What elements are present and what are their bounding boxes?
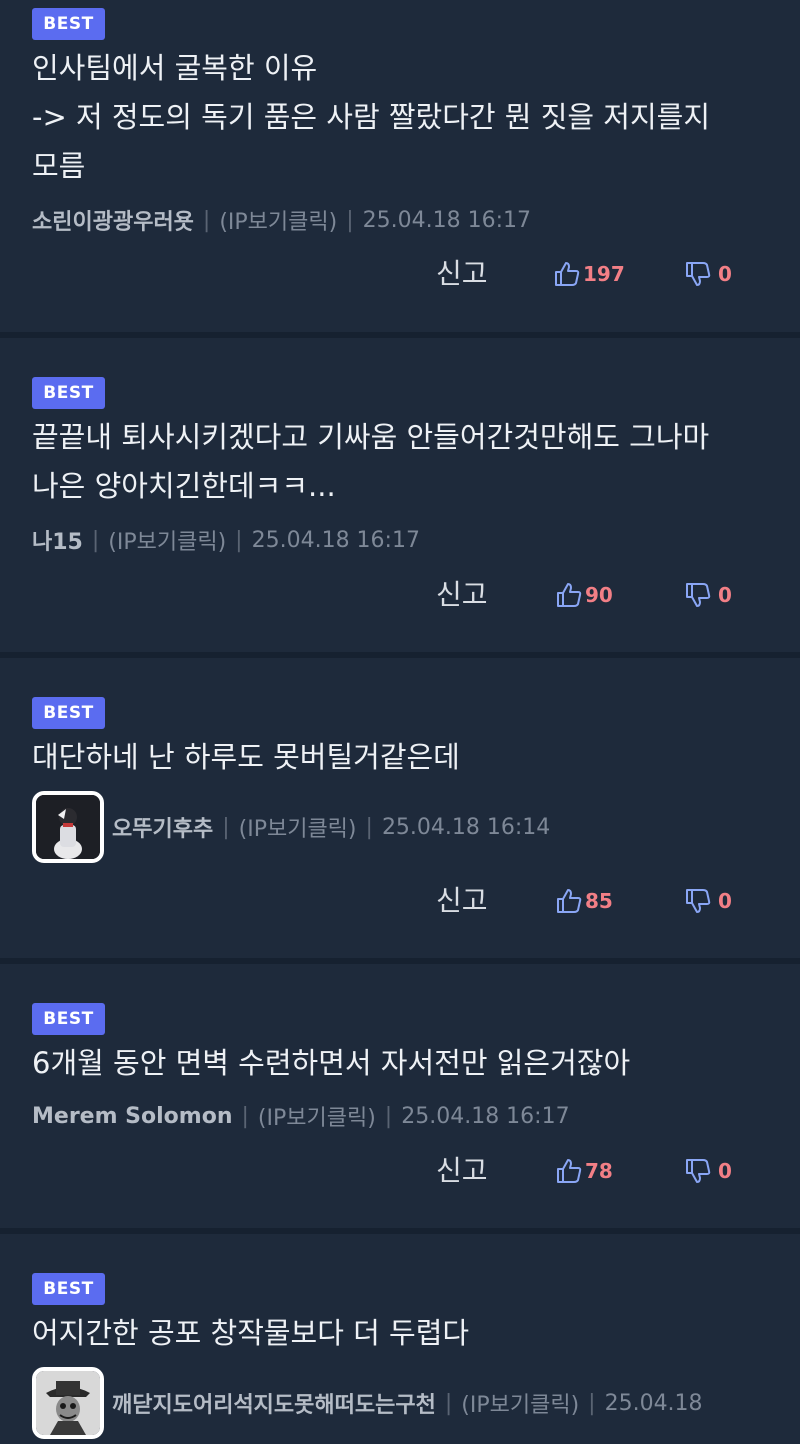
- dislike-count: 0: [718, 262, 732, 286]
- comment-item: BEST 어지간한 공포 창작물보다 더 두렵다 깨닫지도어리석지도못해떠도는구…: [0, 1234, 800, 1444]
- comment-item: BEST 6개월 동안 면벽 수련하면서 자서전만 읽은거잖아 Merem So…: [0, 964, 800, 1228]
- comment-actions: 신고 90 0: [0, 573, 800, 617]
- comment-actions: 신고 85 0: [0, 879, 800, 923]
- comment-actions: 신고 197 0: [0, 252, 800, 296]
- thumbs-down-icon: [684, 260, 712, 288]
- comment-date: 25.04.18: [604, 1390, 703, 1416]
- comment-text: 대단하네 난 하루도 못버틸거같은데: [32, 740, 460, 774]
- meta-separator: |: [365, 814, 373, 840]
- thumbs-up-icon: [553, 260, 581, 288]
- meta-separator: |: [241, 1103, 249, 1129]
- comment-meta: 깨닫지도어리석지도못해떠도는구천 | (IP보기클릭) | 25.04.18: [32, 1366, 703, 1440]
- meta-separator: |: [346, 207, 354, 233]
- thumbs-up-icon: [555, 887, 583, 915]
- best-badge: BEST: [32, 1273, 105, 1305]
- comment-meta: 오뚜기후추 | (IP보기클릭) | 25.04.18 16:14: [32, 790, 550, 864]
- comment-date: 25.04.18 16:17: [251, 527, 420, 553]
- ip-link[interactable]: (IP보기클릭): [219, 204, 337, 236]
- dislike-count: 0: [718, 583, 732, 607]
- like-button[interactable]: 90: [555, 573, 613, 617]
- dislike-button[interactable]: 0: [684, 1149, 732, 1193]
- nickname[interactable]: 나15: [32, 524, 83, 556]
- meta-separator: |: [444, 1390, 453, 1416]
- report-button[interactable]: 신고: [436, 879, 488, 923]
- thumbs-down-icon: [684, 581, 712, 609]
- like-count: 197: [583, 262, 625, 286]
- ip-link[interactable]: (IP보기클릭): [239, 811, 357, 843]
- nickname[interactable]: 오뚜기후추: [112, 811, 213, 843]
- report-button[interactable]: 신고: [436, 1149, 488, 1193]
- meta-separator: |: [91, 527, 100, 553]
- dislike-count: 0: [718, 889, 732, 913]
- comment-actions: 신고 78 0: [0, 1149, 800, 1193]
- comment-date: 25.04.18 16:14: [381, 814, 551, 840]
- comment-date: 25.04.18 16:17: [401, 1103, 570, 1129]
- like-count: 78: [585, 1159, 613, 1183]
- comment-list: BEST 인사팀에서 굴복한 이유 -> 저 정도의 독기 품은 사람 짤랐다간…: [0, 0, 800, 1444]
- dislike-button[interactable]: 0: [684, 573, 732, 617]
- meta-separator: |: [588, 1390, 596, 1416]
- thumbs-down-icon: [684, 1157, 712, 1185]
- ip-link[interactable]: (IP보기클릭): [258, 1100, 376, 1132]
- dislike-button[interactable]: 0: [684, 252, 732, 296]
- nickname[interactable]: 깨닫지도어리석지도못해떠도는구천: [112, 1387, 436, 1419]
- best-badge: BEST: [32, 1003, 105, 1035]
- dislike-button[interactable]: 0: [684, 879, 732, 923]
- ip-link[interactable]: (IP보기클릭): [108, 524, 226, 556]
- meta-separator: |: [235, 527, 243, 553]
- dislike-count: 0: [718, 1159, 732, 1183]
- nickname[interactable]: 소린이광광우러욧: [32, 204, 194, 236]
- thumbs-up-icon: [555, 1157, 583, 1185]
- comment-item: BEST 끝끝내 퇴사시키겠다고 기싸움 안들어간것만해도 그나마 나은 양아치…: [0, 338, 800, 652]
- nickname[interactable]: Merem Solomon: [32, 1104, 232, 1129]
- comment-meta: Merem Solomon | (IP보기클릭) | 25.04.18 16:1…: [32, 1096, 570, 1136]
- comment-date: 25.04.18 16:17: [362, 207, 532, 233]
- comment-text: 인사팀에서 굴복한 이유 -> 저 정도의 독기 품은 사람 짤랐다간 뭔 짓을…: [32, 51, 711, 183]
- report-button[interactable]: 신고: [436, 252, 488, 296]
- like-count: 90: [585, 583, 613, 607]
- like-button[interactable]: 85: [555, 879, 613, 923]
- comment-text: 어지간한 공포 창작물보다 더 두렵다: [32, 1316, 470, 1350]
- report-button[interactable]: 신고: [436, 573, 488, 617]
- comment-item: BEST 인사팀에서 굴복한 이유 -> 저 정도의 독기 품은 사람 짤랐다간…: [0, 0, 800, 332]
- best-badge: BEST: [32, 697, 105, 729]
- like-button[interactable]: 197: [553, 252, 625, 296]
- best-badge: BEST: [32, 8, 105, 40]
- comment-text: 끝끝내 퇴사시키겠다고 기싸움 안들어간것만해도 그나마 나은 양아치긴한데ㅋㅋ…: [32, 420, 710, 503]
- comment-meta: 소린이광광우러욧 | (IP보기클릭) | 25.04.18 16:17: [32, 200, 531, 240]
- comment-meta: 나15 | (IP보기클릭) | 25.04.18 16:17: [32, 520, 420, 560]
- best-badge: BEST: [32, 377, 105, 409]
- comment-text: 6개월 동안 면벽 수련하면서 자서전만 읽은거잖아: [32, 1046, 631, 1080]
- meta-separator: |: [222, 814, 230, 840]
- ip-link[interactable]: (IP보기클릭): [461, 1387, 579, 1419]
- meta-separator: |: [384, 1103, 393, 1129]
- avatar[interactable]: [32, 1367, 104, 1439]
- comment-item: BEST 대단하네 난 하루도 못버틸거같은데 오뚜기후추 | (IP보기클릭)…: [0, 658, 800, 958]
- like-count: 85: [585, 889, 613, 913]
- like-button[interactable]: 78: [555, 1149, 613, 1193]
- thumbs-up-icon: [555, 581, 583, 609]
- thumbs-down-icon: [684, 887, 712, 915]
- meta-separator: |: [202, 207, 211, 233]
- avatar[interactable]: [32, 791, 104, 863]
